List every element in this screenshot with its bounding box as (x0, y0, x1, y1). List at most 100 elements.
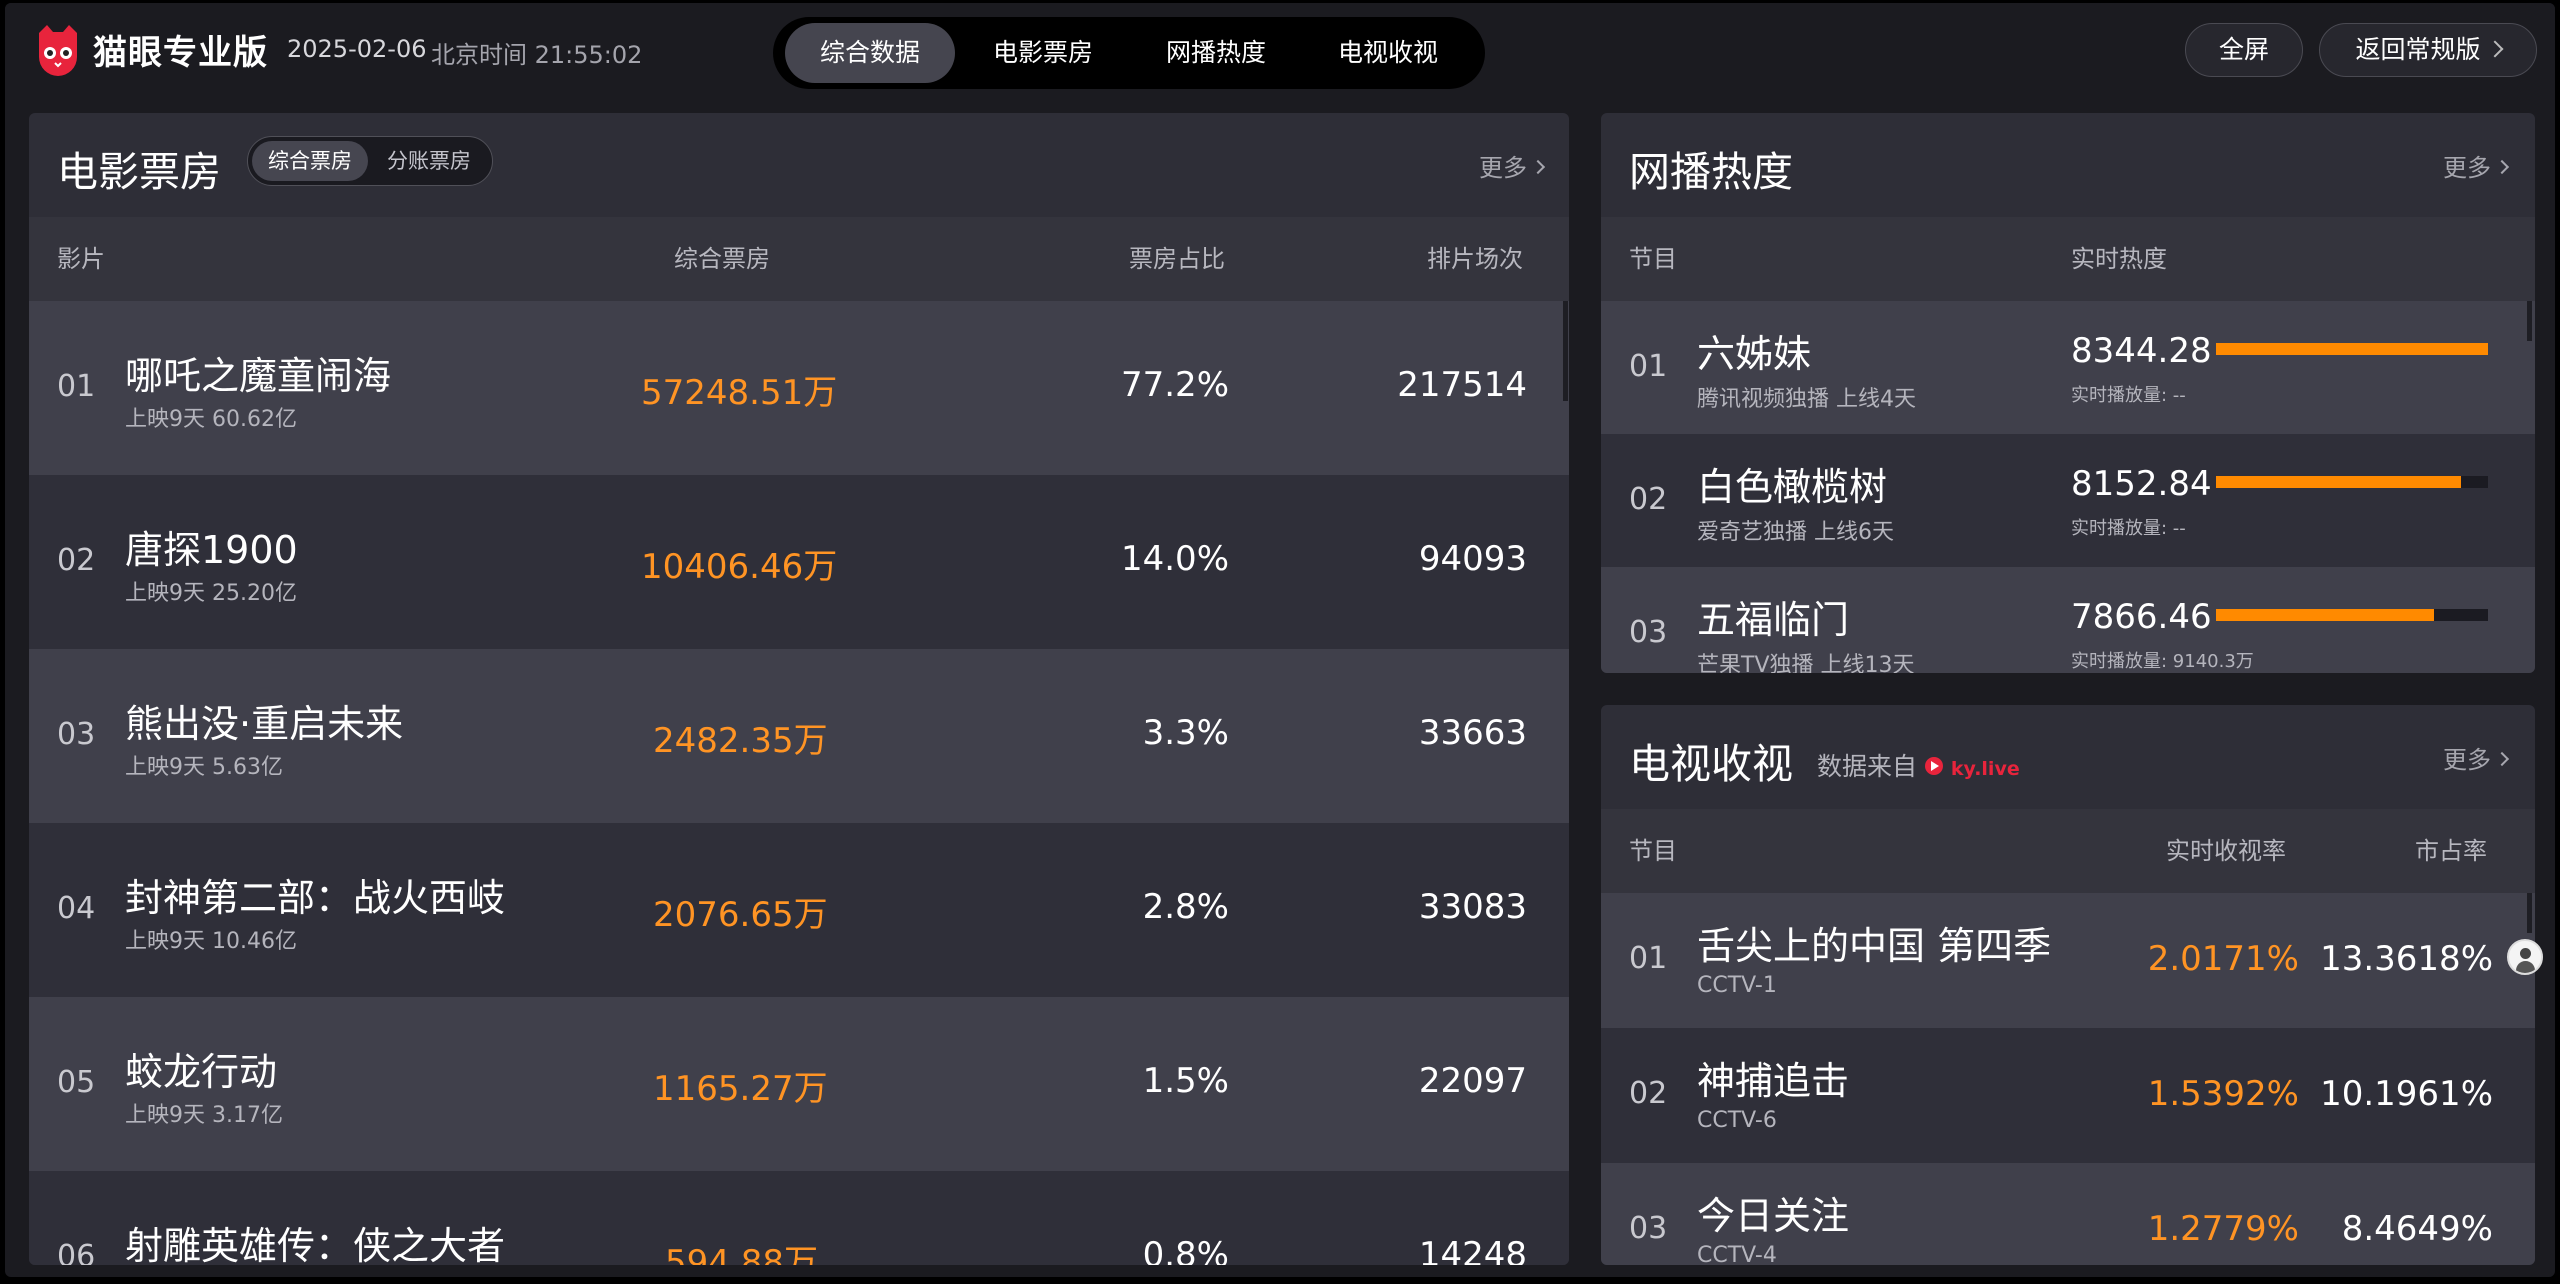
film-sub: 上映9天 5.63亿 (125, 755, 283, 780)
shows-value: 217514 (1397, 365, 1527, 405)
rating-value: 1.2779% (2147, 1209, 2299, 1249)
film-name: 封神第二部：战火西岐 (125, 876, 506, 920)
data-source-label: 数据来自 (1817, 752, 1918, 781)
tab-box-office[interactable]: 电影票房 (958, 23, 1128, 83)
box-office-value: 1165.27万 (653, 1069, 828, 1109)
ky-live-play-icon (1924, 757, 1943, 775)
web-heat-more-link[interactable]: 更多 (2443, 148, 2510, 183)
tab-overview[interactable]: 综合数据 (785, 23, 955, 83)
table-row[interactable]: 06 射雕英雄传：侠之大者 594.88万 0.8% 14248 (29, 1171, 1569, 1265)
col-rating: 实时收视率 (2166, 837, 2286, 865)
box-office-title: 电影票房 (57, 148, 221, 196)
chevron-right-icon (2494, 159, 2510, 175)
tv-ratings-table-header: 节目 实时收视率 市占率 (1601, 809, 2535, 893)
more-label: 更多 (2443, 154, 2491, 182)
row-rank: 02 (1629, 482, 1668, 517)
list-item[interactable]: 01 舌尖上的中国 第四季 CCTV-1 2.0171% 13.3618% (1601, 893, 2535, 1028)
shows-value: 94093 (1418, 539, 1527, 579)
box-office-value: 57248.51万 (641, 373, 838, 413)
app-name: 猫眼专业版 (93, 33, 268, 73)
fullscreen-button[interactable]: 全屏 (2185, 23, 2303, 77)
col-heat: 实时热度 (2071, 245, 2167, 273)
heat-bar (2216, 609, 2488, 621)
film-name: 唐探1900 (125, 528, 298, 572)
table-row[interactable]: 02 唐探1900 上映9天 25.20亿 10406.46万 14.0% 94… (29, 475, 1569, 649)
box-office-value: 2076.65万 (653, 895, 828, 935)
play-count: 实时播放量: -- (2071, 518, 2186, 539)
market-share-value: 13.3618% (2320, 939, 2493, 979)
tv-ratings-more-link[interactable]: 更多 (2443, 740, 2510, 775)
film-sub: 上映9天 10.46亿 (125, 929, 297, 954)
box-office-type-toggle: 综合票房 分账票房 (247, 136, 493, 186)
user-avatar-icon[interactable] (2507, 939, 2543, 975)
row-rank: 02 (1629, 1076, 1668, 1111)
box-office-panel: 电影票房 综合票房 分账票房 更多 影片 综合票房 票房占比 排片场次 01 哪… (29, 113, 1569, 1265)
share-value: 77.2% (1120, 365, 1229, 405)
col-film: 影片 (57, 245, 105, 273)
program-sub: 腾讯视频独播 上线4天 (1697, 387, 1916, 412)
row-rank: 01 (57, 369, 96, 404)
box-office-more-link[interactable]: 更多 (1479, 148, 1546, 183)
top-header: 猫眼专业版 2025-02-06 北京时间 21:55:02 综合数据 电影票房… (5, 3, 2555, 93)
tv-ratings-scrollbar[interactable] (2527, 893, 2532, 933)
toggle-combined-box-office[interactable]: 综合票房 (252, 141, 368, 181)
row-rank: 04 (57, 891, 96, 926)
program-name: 神捕追击 (1697, 1059, 1850, 1103)
heat-value: 8344.28 (2071, 331, 2212, 371)
web-heat-table-header: 节目 实时热度 (1601, 217, 2535, 301)
program-name: 六姊妹 (1697, 332, 1812, 376)
col-program: 节目 (1629, 837, 1677, 865)
app-frame: 猫眼专业版 2025-02-06 北京时间 21:55:02 综合数据 电影票房… (5, 3, 2555, 1277)
share-value: 3.3% (1142, 713, 1229, 753)
tab-web-heat[interactable]: 网播热度 (1131, 23, 1301, 83)
share-value: 2.8% (1142, 887, 1229, 927)
table-row[interactable]: 04 封神第二部：战火西岐 上映9天 10.46亿 2076.65万 2.8% … (29, 823, 1569, 997)
play-count: 实时播放量: -- (2071, 385, 2186, 406)
web-heat-scrollbar[interactable] (2527, 301, 2532, 341)
share-value: 0.8% (1142, 1235, 1229, 1265)
row-rank: 03 (57, 717, 96, 752)
more-label: 更多 (1479, 154, 1527, 182)
list-item[interactable]: 01 六姊妹 腾讯视频独播 上线4天 8344.28 实时播放量: -- (1601, 301, 2535, 434)
list-item[interactable]: 02 白色橄榄树 爱奇艺独播 上线6天 8152.84 实时播放量: -- (1601, 434, 2535, 567)
table-row[interactable]: 05 蛟龙行动 上映9天 3.17亿 1165.27万 1.5% 22097 (29, 997, 1569, 1171)
web-heat-title: 网播热度 (1629, 148, 1793, 196)
list-item[interactable]: 03 今日关注 CCTV-4 1.2779% 8.4649% (1601, 1163, 2535, 1265)
shows-value: 33083 (1418, 887, 1527, 927)
table-row[interactable]: 03 熊出没·重启未来 上映9天 5.63亿 2482.35万 3.3% 336… (29, 649, 1569, 823)
col-shows: 排片场次 (1427, 245, 1523, 273)
row-rank: 01 (1629, 941, 1668, 976)
tv-ratings-panel: 电视收视 数据来自 ky.live 更多 节目 实时收视率 市占率 01 舌尖上… (1601, 705, 2535, 1265)
data-source: 数据来自 ky.live (1817, 747, 2020, 783)
film-name: 蛟龙行动 (125, 1050, 278, 1094)
list-item[interactable]: 03 五福临门 芒果TV独播 上线13天 7866.46 实时播放量: 9140… (1601, 567, 2535, 673)
ky-live-brand: ky.live (1950, 758, 2020, 780)
program-name: 五福临门 (1697, 598, 1850, 642)
tv-ratings-title: 电视收视 (1629, 740, 1793, 788)
row-rank: 06 (57, 1239, 96, 1265)
toggle-split-box-office[interactable]: 分账票房 (370, 141, 488, 181)
table-row[interactable]: 01 哪吒之魔童闹海 上映9天 60.62亿 57248.51万 77.2% 2… (29, 301, 1569, 475)
box-office-value: 10406.46万 (641, 547, 838, 587)
program-name: 今日关注 (1697, 1194, 1850, 1238)
channel-name: CCTV-4 (1697, 1243, 1777, 1265)
box-office-value: 594.88万 (665, 1243, 818, 1265)
row-rank: 01 (1629, 349, 1668, 384)
col-market-share: 市占率 (2415, 837, 2487, 865)
share-value: 14.0% (1120, 539, 1229, 579)
box-office-scrollbar[interactable] (1563, 301, 1568, 401)
col-share: 票房占比 (1129, 245, 1225, 273)
film-name: 哪吒之魔童闹海 (125, 354, 392, 398)
chevron-right-icon (1530, 159, 1546, 175)
col-box-office: 综合票房 (674, 245, 770, 273)
fullscreen-label: 全屏 (2218, 35, 2269, 64)
play-count: 实时播放量: 9140.3万 (2071, 651, 2254, 672)
heat-bar (2216, 476, 2488, 488)
shows-value: 22097 (1418, 1061, 1527, 1101)
shows-value: 14248 (1418, 1235, 1527, 1265)
heat-bar (2216, 343, 2488, 355)
back-to-classic-button[interactable]: 返回常规版 (2319, 23, 2537, 77)
shows-value: 33663 (1418, 713, 1527, 753)
list-item[interactable]: 02 神捕追击 CCTV-6 1.5392% 10.1961% (1601, 1028, 2535, 1163)
tab-tv-ratings[interactable]: 电视收视 (1303, 23, 1473, 83)
